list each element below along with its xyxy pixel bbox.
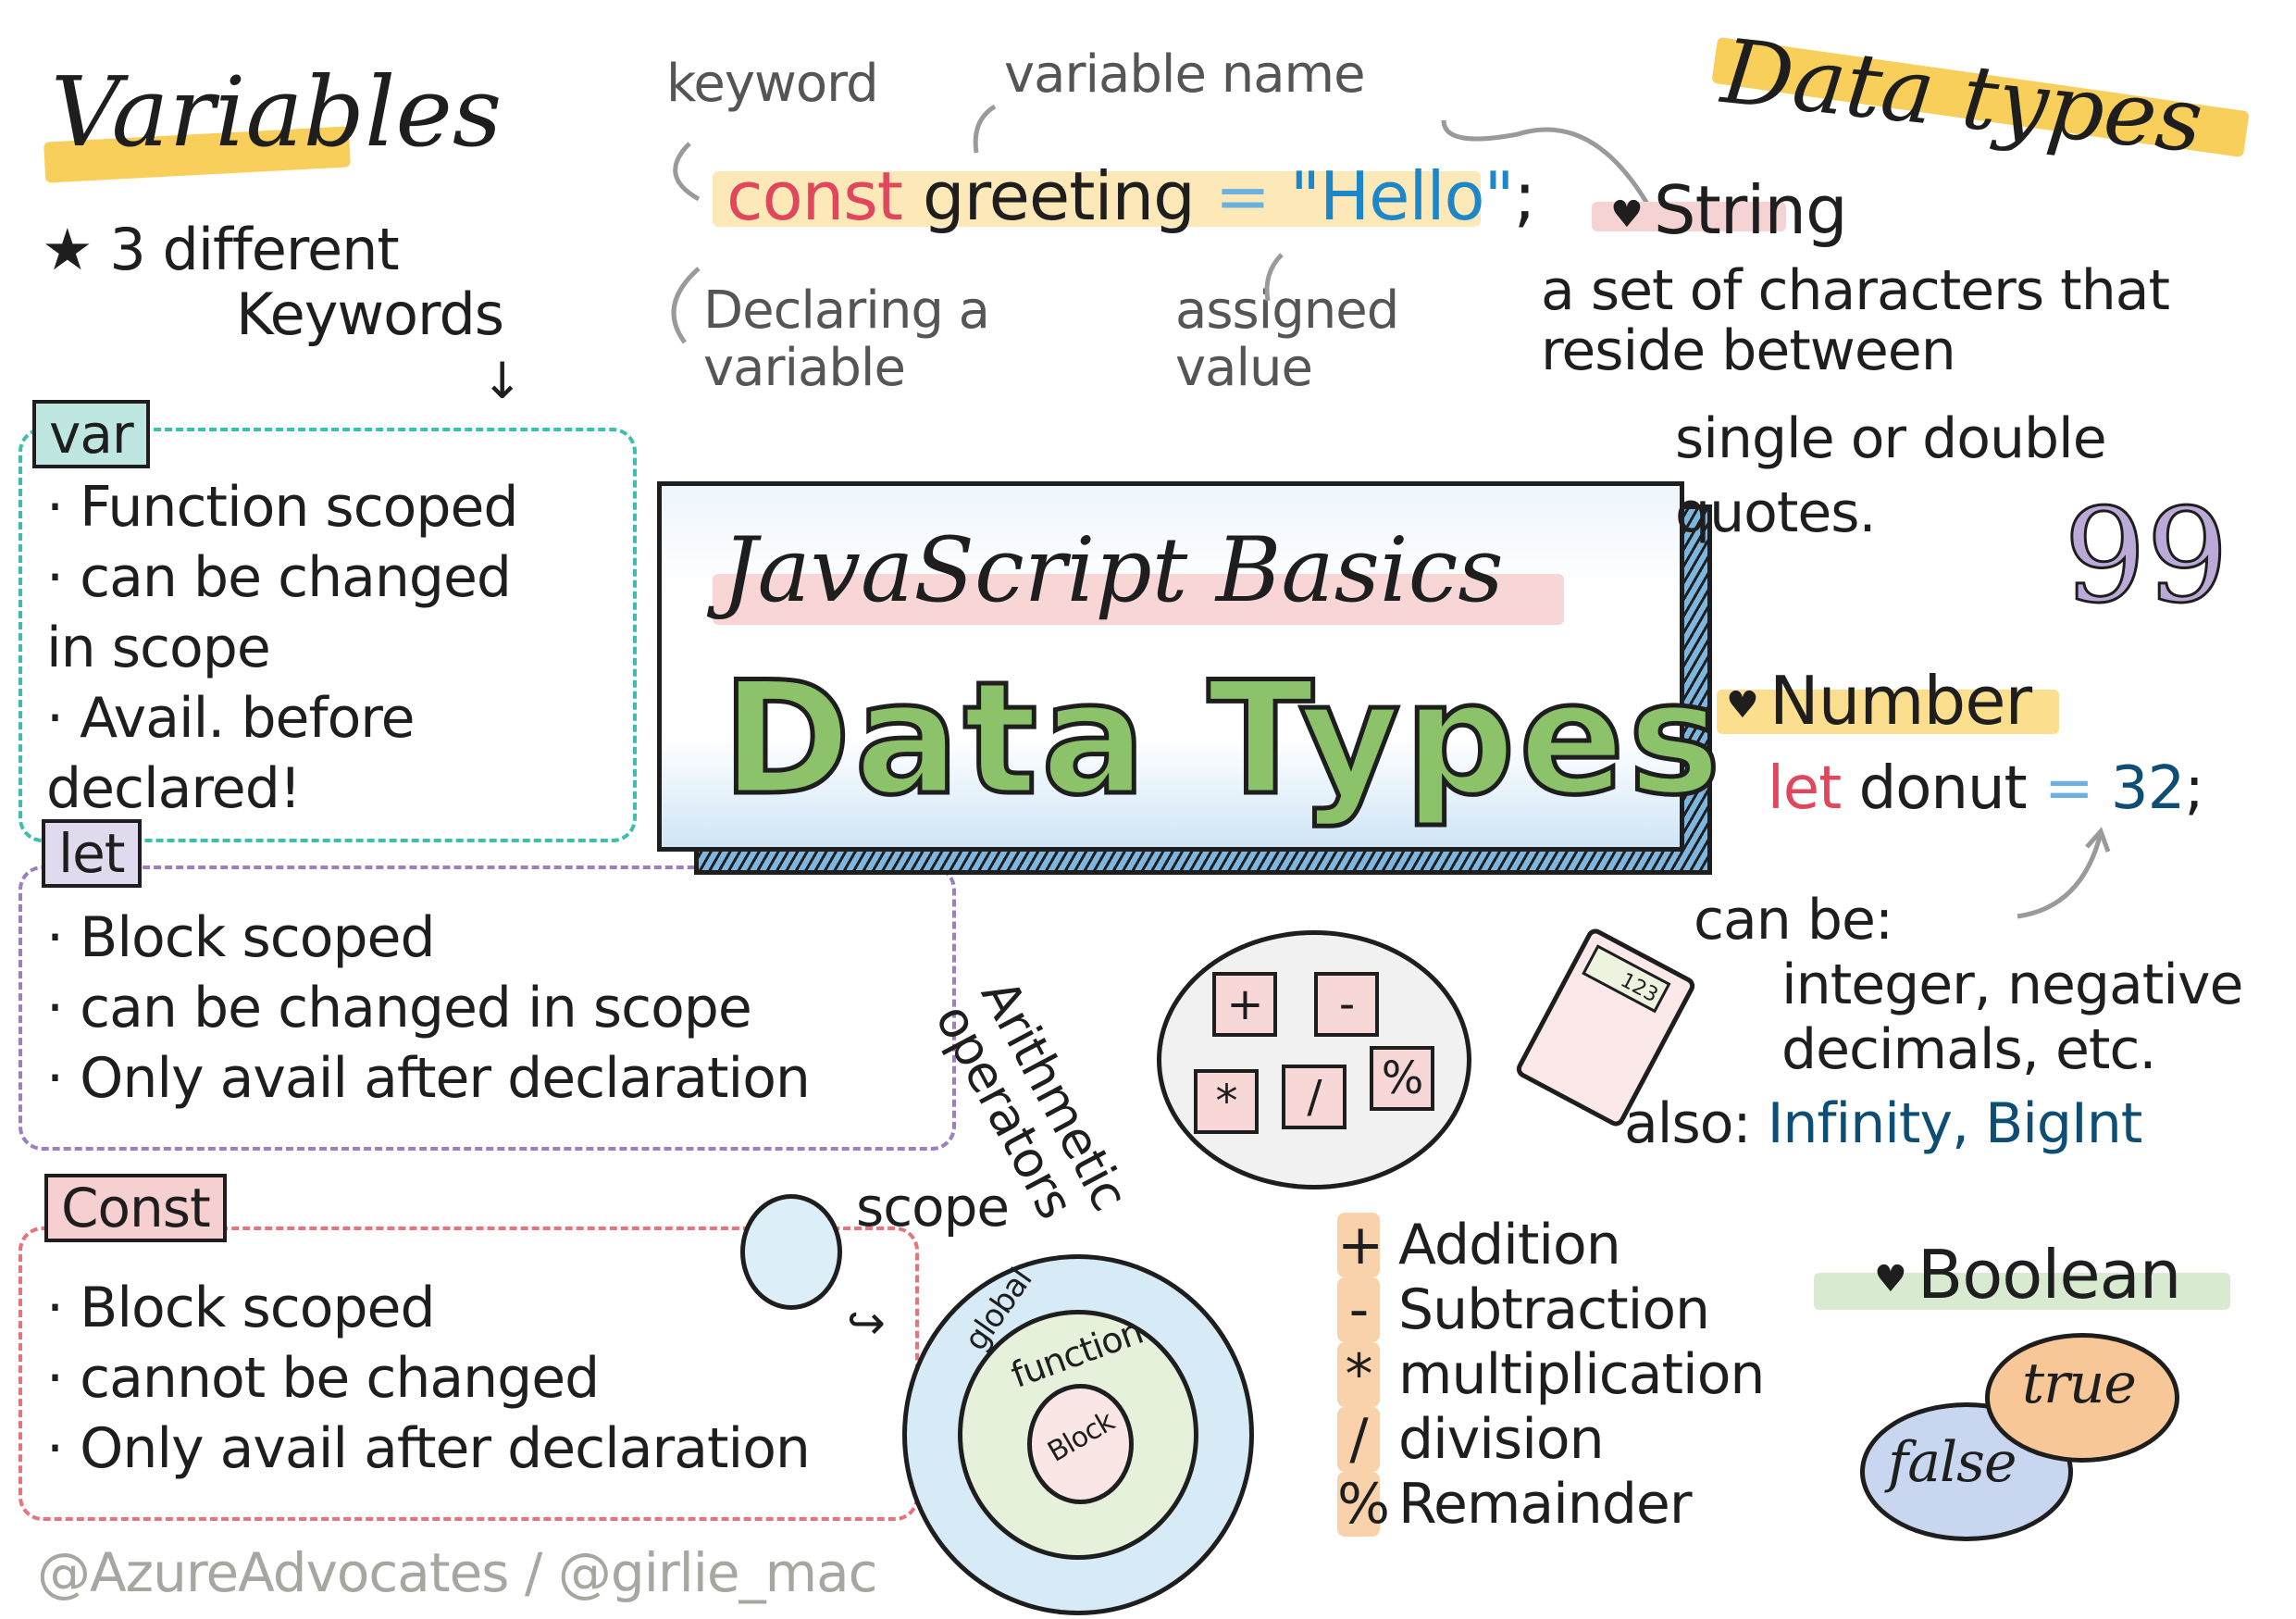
operator-name: Subtraction [1398,1277,1710,1342]
can-be-label: can be: [1694,888,1893,953]
can-be-line-2: decimals, etc. [1781,1017,2156,1082]
operator-item: / division [1337,1407,1764,1472]
let-bullet: Block scoped [46,903,810,973]
operator-name: division [1398,1407,1605,1472]
main-title: Data Types [719,646,1725,832]
keywords-intro: ★ 3 different Keywords [42,216,504,348]
operator-symbol: + [1337,1213,1384,1277]
operator-name: multiplication [1398,1342,1765,1407]
boolean-heading-text: Boolean [1917,1236,2182,1314]
number-code-terminator: ; [2184,754,2204,823]
const-bullet: Block scoped [46,1273,810,1343]
also-values: Infinity, BigInt [1767,1091,2143,1156]
star-icon: ★ [42,216,93,283]
number-heading-text: Number [1769,662,2032,740]
let-bullet: Only avail after declaration [46,1043,811,1114]
var-tag: var [32,400,150,468]
curly-arrow-icon: ↪ [847,1296,886,1350]
arrow-down-icon: ↓ [481,352,524,410]
also-label: also: [1624,1091,1752,1156]
string-description-1: a set of characters that [1541,258,2170,323]
number-arrow [2017,827,2111,919]
key-minus: - [1314,972,1379,1037]
const-bullet: cannot be changed [46,1343,810,1414]
const-tag: Const [44,1174,227,1242]
operator-symbol: % [1337,1472,1390,1537]
operator-item: * multiplication [1337,1342,1765,1407]
variables-title: Variables [51,56,503,168]
string-description-2: reside between [1541,318,1956,383]
key-divide: / [1282,1065,1347,1129]
string-description-4: quotes. [1675,480,1877,545]
heart-icon: ♥ [1726,684,1759,728]
datatypes-title: Data types [1717,19,2208,173]
let-tag: let [42,819,142,888]
false-label: false [1888,1430,2017,1495]
quote-marks-icon: 99 [2062,480,2229,634]
var-bullet: Function scoped [46,472,565,542]
credit: @AzureAdvocates / @girlie_mac [37,1541,878,1604]
assigned-arrow [1264,253,1284,302]
annotation-arrows [671,104,1650,344]
operator-list: + Addition - Subtraction * multiplication /… [1337,1213,1765,1537]
operator-item: % Remainder [1337,1472,1764,1537]
string-heading-text: String [1653,171,1848,249]
key-multiply: * [1194,1069,1259,1134]
declaring-arrow [671,267,701,344]
variable-name-arrow [973,104,997,154]
string-description-3: single or double [1675,406,2107,471]
intro-line-1: 3 different [109,216,399,283]
number-code-operator: = [2043,754,2094,823]
can-be-line-1: integer, negative [1781,953,2243,1017]
operators-bubble: + - * / % [1157,930,1471,1189]
also-line: also: Infinity, BigInt [1624,1091,2143,1156]
true-label: true [2022,1351,2137,1416]
operator-symbol: - [1337,1277,1380,1342]
let-bullet: can be changed in scope [46,973,810,1043]
number-code-value: 32 [2110,754,2185,823]
var-bullets: Function scoped can be changed in scope … [46,472,565,824]
subtitle: JavaScript Basics [722,518,1504,622]
number-heading: ♥ Number [1726,662,2032,740]
let-bullets: Block scoped can be changed in scope Onl… [46,903,811,1114]
var-bullet: can be changed in scope [46,542,565,683]
key-remainder: % [1370,1046,1434,1111]
boolean-heading: ♥ Boolean [1874,1236,2182,1314]
key-plus: + [1212,972,1277,1037]
operator-name: Remainder [1398,1472,1692,1537]
operator-symbol: / [1337,1407,1380,1472]
operator-item: + Addition [1337,1213,1764,1277]
number-code-keyword: let [1768,754,1842,823]
operator-item: - Subtraction [1337,1277,1764,1342]
const-bullet: Only avail after declaration [46,1414,811,1484]
scope-crosshair-icon [740,1194,842,1310]
string-heading: ♥ String [1610,171,1848,249]
operator-symbol: * [1337,1342,1380,1407]
intro-line-2: Keywords [236,280,504,348]
var-bullet: Avail. before declared! [46,683,565,824]
heart-icon: ♥ [1874,1258,1907,1301]
number-code: let donut = 32; [1768,754,2204,823]
number-code-name: donut [1858,754,2028,823]
heart-icon: ♥ [1610,193,1644,237]
operator-name: Addition [1398,1213,1621,1277]
scope-label: scope [856,1176,1010,1239]
calculator-display: 123 [1582,944,1671,1014]
keyword-arrow [673,142,701,202]
const-bullets: Block scoped cannot be changed Only avai… [46,1273,811,1484]
